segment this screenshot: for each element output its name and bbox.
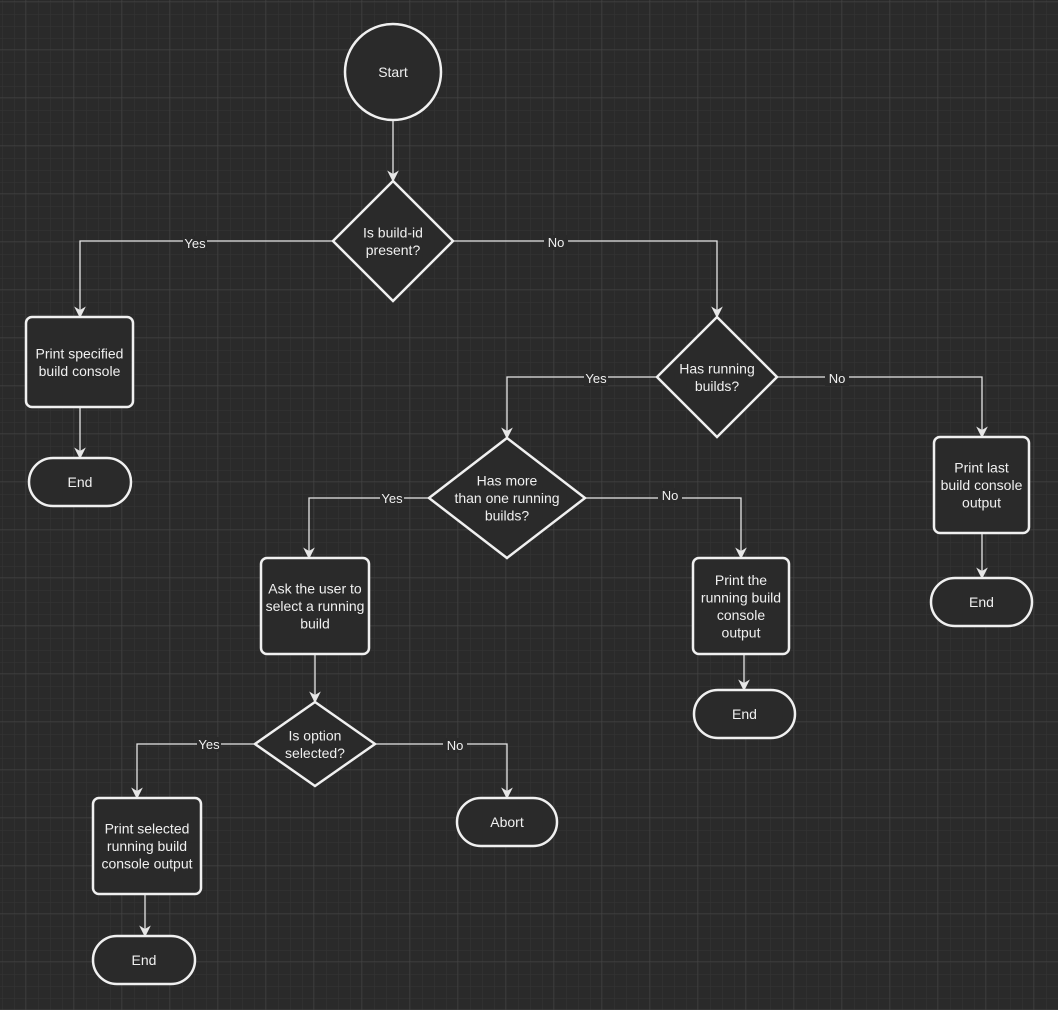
node-label: running build — [107, 838, 187, 854]
edge-label: No — [447, 738, 464, 753]
node-label: Ask the user to — [268, 581, 362, 597]
node-p-selected[interactable]: Print selectedrunning build console outpu… — [91, 796, 203, 896]
node-label: console — [717, 607, 765, 623]
node-label: End — [732, 706, 757, 722]
node-label: build console — [39, 363, 121, 379]
node-label: Abort — [490, 814, 524, 830]
edge-label: Yes — [198, 737, 220, 752]
node-end1[interactable]: End — [27, 456, 133, 508]
edge-label: No — [662, 488, 679, 503]
edge-label: No — [548, 235, 565, 250]
node-end4[interactable]: End — [91, 934, 197, 986]
node-end2[interactable]: End — [929, 576, 1034, 628]
node-label: Print the — [715, 572, 767, 588]
node-p-ask[interactable]: Ask the user toselect a running build — [259, 556, 371, 656]
node-label: Print last — [954, 460, 1009, 476]
node-label: running build — [701, 589, 781, 605]
node-p-running[interactable]: Print therunning build consoleoutput — [691, 556, 791, 656]
node-label: Print specified — [36, 345, 124, 361]
node-end3[interactable]: End — [692, 688, 797, 740]
node-label: Has running — [679, 360, 755, 376]
node-label: console output — [101, 856, 192, 872]
node-start[interactable]: Start — [343, 22, 443, 122]
node-p-last[interactable]: Print lastbuild console output — [932, 435, 1031, 535]
node-label: than one running — [454, 490, 559, 506]
node-label: End — [68, 474, 93, 490]
edge-label: Yes — [381, 491, 403, 506]
node-label: Start — [378, 64, 408, 80]
node-label: build — [300, 616, 330, 632]
node-label: End — [132, 952, 157, 968]
node-label: select a running — [266, 598, 365, 614]
node-label: build console — [941, 477, 1023, 493]
node-label: output — [722, 624, 761, 640]
node-p-specified[interactable]: Print specified build console — [24, 315, 135, 409]
node-label: Has more — [477, 473, 538, 489]
flowchart-canvas: Yes No Yes No Yes No Yes No Start Is build-id pre… — [0, 0, 1058, 1010]
node-label: present? — [366, 242, 421, 258]
node-label: End — [969, 594, 994, 610]
node-label: Print selected — [105, 821, 190, 837]
node-label: selected? — [285, 745, 345, 761]
edge-label: Yes — [585, 371, 607, 386]
edge-label: No — [829, 371, 846, 386]
node-label: builds? — [485, 508, 530, 524]
edge-label: Yes — [184, 236, 206, 251]
node-abort[interactable]: Abort — [455, 796, 559, 848]
node-label: Is build-id — [363, 224, 423, 240]
node-label: output — [962, 495, 1001, 511]
node-label: builds? — [695, 378, 740, 394]
node-label: Is option — [289, 727, 342, 743]
